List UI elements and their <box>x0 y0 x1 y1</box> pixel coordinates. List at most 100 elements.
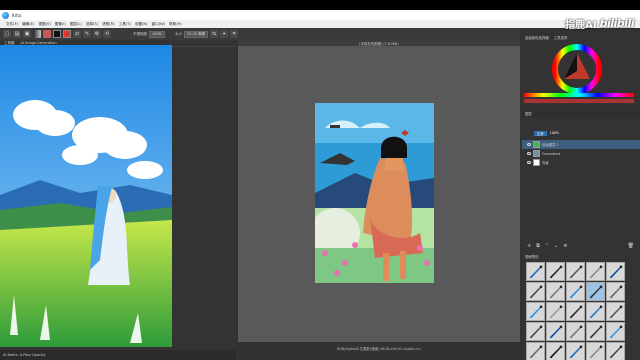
brush-preset[interactable] <box>606 302 625 321</box>
crop-icon[interactable]: ⌗ <box>230 30 239 38</box>
layer-thumbnail <box>533 159 540 166</box>
visibility-eye-icon[interactable] <box>527 152 531 155</box>
brush-preset-grid <box>526 262 630 360</box>
menu-item[interactable]: 帮助(H) <box>169 22 182 27</box>
move-down-icon[interactable]: ⌄ <box>554 243 558 249</box>
layer-row[interactable]: 绘画图层 1 <box>522 140 640 149</box>
menu-item[interactable]: 文件(F) <box>6 22 18 27</box>
watermark-platform: bilibili <box>599 16 635 30</box>
brush-preset[interactable] <box>566 282 585 301</box>
layer-thumbnail <box>533 141 540 148</box>
pattern-icon[interactable] <box>43 30 51 38</box>
right-docker-tabs: 高级颜色选择器 工具选项 <box>522 34 640 41</box>
open-icon[interactable]: ▤ <box>13 30 21 38</box>
visibility-eye-icon[interactable] <box>527 143 531 146</box>
brush-preset[interactable] <box>546 342 565 360</box>
size-field[interactable]: 22.00 像素 <box>184 30 209 38</box>
layer-opacity[interactable]: 100% <box>550 131 559 135</box>
new-document-icon[interactable]: ▢ <box>3 30 11 38</box>
layer-name: Generated <box>542 151 560 156</box>
brush-preset[interactable] <box>586 302 605 321</box>
wrap-around-icon[interactable]: ⟲ <box>103 30 111 38</box>
krita-window: Krita 文件(F) 编辑(E) 视图(V) 图像(I) 图层(L) 选择(S) 滤镜(R… <box>0 0 640 360</box>
menu-item[interactable]: 选择(S) <box>86 22 98 27</box>
mirror-icon[interactable]: ⇆ <box>210 30 219 38</box>
layer-name: 绘画图层 1 <box>542 143 559 147</box>
menu-bar: 文件(F) 编辑(E) 视图(V) 图像(I) 图层(L) 选择(S) 滤镜(R) 工具(T)… <box>0 20 640 28</box>
layer-row[interactable]: Generated <box>522 149 640 158</box>
canvas-area[interactable]: [未保存的图像] (7.8 MiB) <box>238 40 520 342</box>
main-toolbar: ▢ ▤ ▣ ⇄ ✎ ⚙ ⟲ 不透明度 100% 大小 22.00 像素 ⇆ ⌖ … <box>0 28 520 40</box>
brush-preset[interactable] <box>606 282 625 301</box>
brush-preset[interactable] <box>546 322 565 341</box>
brush-preset[interactable] <box>526 262 545 281</box>
menu-item[interactable]: 设置(N) <box>135 22 148 27</box>
brush-preset[interactable] <box>526 342 545 360</box>
foreground-color-swatch[interactable] <box>53 30 61 38</box>
brush-preset[interactable] <box>586 342 605 360</box>
brush-editor-icon[interactable]: ⚙ <box>93 30 101 38</box>
brush-preset[interactable] <box>566 302 585 321</box>
window-title: Krita <box>12 12 22 18</box>
canvas-painting[interactable] <box>315 103 434 283</box>
brush-preset[interactable] <box>526 322 545 341</box>
tab-tool-options[interactable]: 工具选项 <box>554 35 568 40</box>
properties-icon[interactable]: ≡ <box>563 243 567 249</box>
title-bar: Krita <box>0 10 640 20</box>
layer-name: 背景 <box>542 161 549 165</box>
right-docker: 高级颜色选择器 工具选项 图层 正常 100% 绘画图层 1 Generated… <box>522 34 640 360</box>
tab-advanced-color-selector[interactable]: 高级颜色选择器 <box>525 35 549 40</box>
brush-preset[interactable] <box>586 322 605 341</box>
layer-row[interactable]: 背景 <box>522 158 640 167</box>
menu-item[interactable]: 窗口(W) <box>152 22 166 27</box>
brush-preset[interactable] <box>606 342 625 360</box>
brush-preset[interactable] <box>546 262 565 281</box>
layer-blend-row: 正常 100% <box>522 130 640 136</box>
brush-preset[interactable] <box>606 322 625 341</box>
watermark-brand: 指鹿AI <box>565 19 597 31</box>
menu-item[interactable]: 视图(V) <box>38 22 50 27</box>
transform-icon[interactable]: ⌖ <box>220 30 229 38</box>
menu-item[interactable]: 滤镜(R) <box>102 22 115 27</box>
menu-item[interactable]: 编辑(E) <box>22 22 34 27</box>
left-status-bar: AI Beers: A Poor Opacity <box>0 350 236 360</box>
brush-presets-title: 笔刷预设 <box>525 255 539 259</box>
brush-preset[interactable] <box>566 342 585 360</box>
krita-app-icon <box>2 11 9 19</box>
brush-preset[interactable] <box>586 262 605 281</box>
brush-preset[interactable] <box>526 302 545 321</box>
blend-mode-label: 不透明度 <box>133 31 147 36</box>
canvas-status-bar: RGB/Alpha(8-位整数/通道) sRGB-elle-V2-srgbtrc… <box>336 346 422 351</box>
opacity-field[interactable]: 100% <box>149 30 166 38</box>
gradient-icon[interactable] <box>33 30 41 38</box>
duplicate-layer-icon[interactable]: ⧉ <box>536 243 540 249</box>
move-up-icon[interactable]: ⌃ <box>545 243 549 249</box>
layer-thumbnail <box>533 150 540 157</box>
color-selector[interactable] <box>522 41 640 107</box>
document-tab[interactable]: [未保存的图像] (7.8 MiB) <box>238 40 520 46</box>
background-color-swatch[interactable] <box>63 30 71 38</box>
save-icon[interactable]: ▣ <box>23 30 31 38</box>
size-label: 大小 <box>175 31 183 36</box>
brush-preset[interactable] <box>526 282 545 301</box>
watermark: 指鹿AI bilibili <box>565 16 635 31</box>
menu-item[interactable]: 图像(I) <box>55 22 66 27</box>
reference-image <box>0 45 172 347</box>
brush-preset[interactable] <box>546 302 565 321</box>
top-black-bar <box>0 0 640 10</box>
visibility-eye-icon[interactable] <box>527 161 531 164</box>
brush-preset[interactable] <box>566 322 585 341</box>
layers-docker-title: 图层 <box>522 111 640 117</box>
add-layer-icon[interactable]: + <box>527 243 531 249</box>
menu-item[interactable]: 图层(L) <box>70 22 82 27</box>
menu-item[interactable]: 工具(T) <box>119 22 131 27</box>
delete-layer-icon[interactable]: 🗑 <box>628 243 634 249</box>
layer-tools-bar: + ⧉ ⌃ ⌄ ≡ 🗑 <box>522 242 640 250</box>
brush-preset[interactable] <box>606 262 625 281</box>
brush-preset[interactable] <box>546 282 565 301</box>
layer-blend-mode[interactable]: 正常 <box>534 130 547 136</box>
brush-preset-icon[interactable]: ✎ <box>83 30 91 38</box>
swap-colors-icon[interactable]: ⇄ <box>73 30 81 38</box>
brush-preset[interactable] <box>566 262 585 281</box>
brush-preset[interactable] <box>586 282 605 301</box>
